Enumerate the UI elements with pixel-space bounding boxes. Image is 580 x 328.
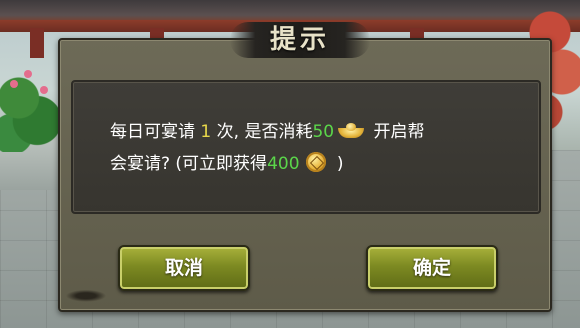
confirm-button-label: 确定 — [412, 257, 451, 279]
ingot-cost: 50 — [312, 122, 335, 142]
message-text: 会宴请? (可立即获得 — [110, 154, 268, 174]
ink-splash-decoration — [62, 285, 122, 303]
message-text: 每日可宴请 — [110, 122, 201, 142]
cancel-button-label: 取消 — [164, 257, 203, 279]
flower — [10, 80, 18, 88]
message-text: ) — [331, 154, 344, 174]
temple-pillar — [30, 28, 44, 58]
message-text: 开启帮 — [368, 122, 425, 142]
message-line-1: 每日可宴请 1 次, 是否消耗50 开启帮 — [110, 116, 510, 148]
gold-ingot-icon — [338, 123, 365, 139]
invite-count: 1 — [200, 122, 212, 142]
flower — [40, 86, 48, 94]
dialog-title: 提示 — [269, 25, 330, 55]
message-text: 次, 是否消耗 — [211, 122, 313, 142]
cancel-button[interactable]: 取消 — [118, 245, 250, 291]
flower — [24, 70, 32, 78]
message-line-2: 会宴请? (可立即获得400 ) — [110, 148, 510, 180]
temple-roof — [0, 0, 580, 22]
dialog-message: 每日可宴请 1 次, 是否消耗50 开启帮 会宴请? (可立即获得400 ) — [110, 116, 510, 180]
coin-reward: 400 — [267, 154, 300, 174]
coin-icon — [305, 152, 326, 172]
confirm-button[interactable]: 确定 — [366, 245, 498, 291]
